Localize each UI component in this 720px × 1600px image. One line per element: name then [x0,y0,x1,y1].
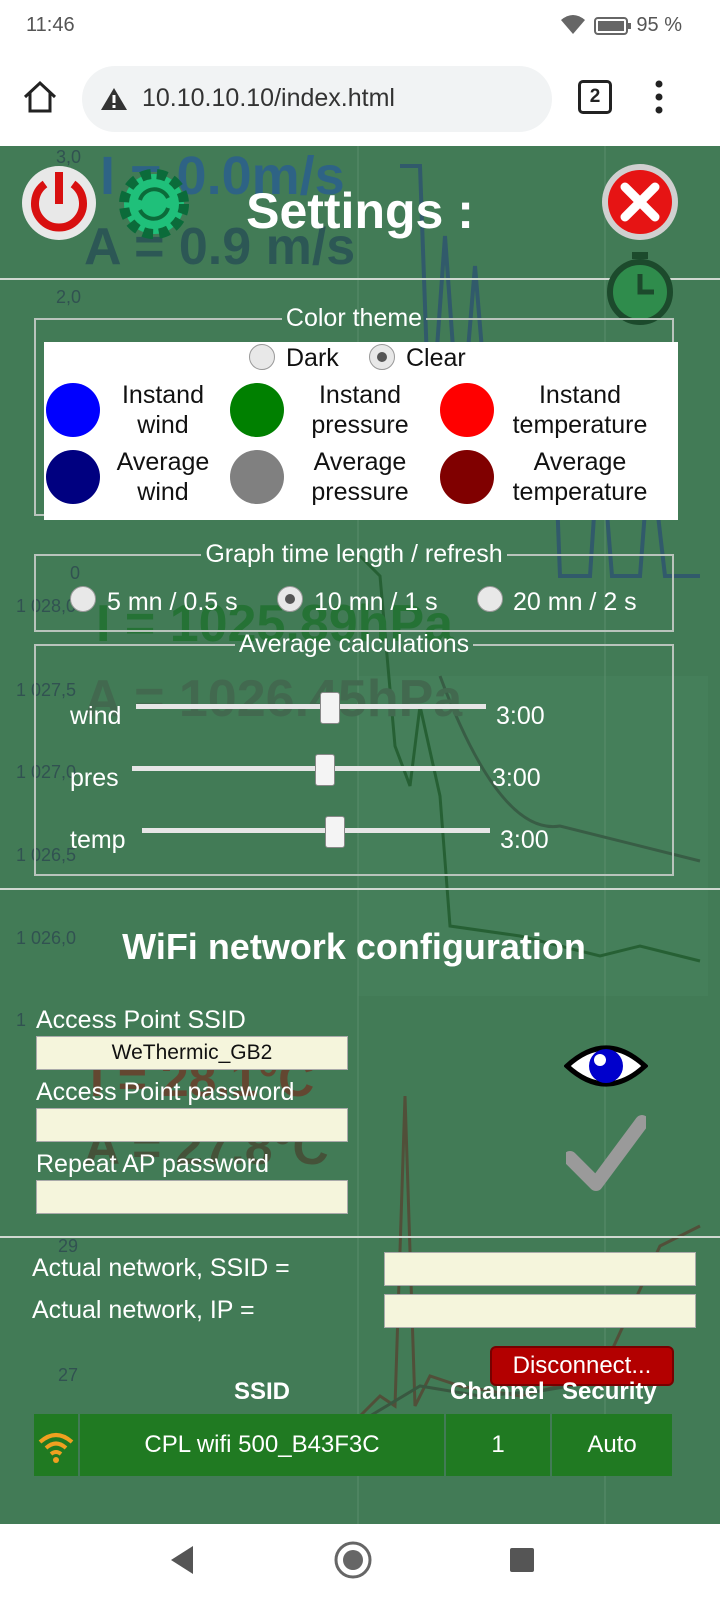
ssid-cell: CPL wifi 500_B43F3C [80,1414,444,1476]
status-time: 11:46 [26,14,75,36]
slider-temp-handle[interactable] [325,816,345,848]
average-calc-group: Average calculations [34,630,674,876]
color-label-instant-wind: Instand wind [121,381,204,439]
table-row[interactable]: CPL wifi 500_B43F3C 1 Auto [34,1414,672,1476]
graph-10mn-label: 10 mn / 1 s [314,588,438,616]
col-header-channel: Channel [450,1378,545,1405]
graph-20mn-label: 20 mn / 2 s [513,588,637,616]
graph-5mn-label: 5 mn / 0.5 s [107,588,238,616]
average-calc-legend: Average calculations [238,630,470,658]
graph-20mn-radio[interactable] [477,586,503,612]
color-dot-average-wind[interactable] [46,450,100,504]
theme-dark-radio[interactable] [249,344,275,370]
theme-dark-label: Dark [286,344,339,372]
color-dot-instant-temperature[interactable] [440,383,494,437]
theme-clear-label: Clear [406,344,466,372]
ap-ssid-input[interactable]: WeThermic_GB2 [36,1036,348,1070]
android-nav-bar [0,1524,720,1600]
menu-icon[interactable] [652,80,666,114]
repeat-password-input[interactable] [36,1180,348,1214]
section-divider-2 [0,1236,720,1238]
browser-toolbar: 10.10.10.10/index.html 2 [0,52,720,144]
tabs-button[interactable]: 2 [578,80,612,114]
ap-ssid-label: Access Point SSID [36,1006,246,1034]
color-label-average-pressure: Average pressure [311,448,409,506]
section-divider [0,888,720,890]
recents-icon[interactable] [508,1546,536,1574]
back-icon[interactable] [168,1544,196,1576]
slider-wind-track[interactable] [136,704,486,709]
slider-temp-track[interactable] [142,828,490,833]
status-bar: 11:46 95 % [0,0,720,52]
color-dot-instant-pressure[interactable] [230,383,284,437]
actual-ip-label: Actual network, IP = [32,1296,255,1324]
color-theme-legend: Color theme [285,304,423,332]
wifi-signal-cell [34,1414,78,1476]
channel-cell: 1 [446,1414,550,1476]
theme-clear-radio[interactable] [369,344,395,370]
color-label-average-temperature: Average temperature [512,448,648,506]
wifi-status-icon [561,15,585,34]
color-label-instant-pressure: Instand pressure [311,381,409,439]
security-cell: Auto [552,1414,672,1476]
color-label-instant-temperature: Instand temperature [512,381,648,439]
color-dot-average-pressure[interactable] [230,450,284,504]
url-text: 10.10.10.10/index.html [142,84,395,112]
home-nav-icon[interactable] [333,1540,373,1580]
close-icon[interactable] [600,162,680,242]
slider-pres-track[interactable] [132,766,480,771]
slider-wind-handle[interactable] [320,692,340,724]
graph-time-legend: Graph time length / refresh [205,540,503,568]
color-dot-instant-wind[interactable] [46,383,100,437]
slider-wind-label: wind [70,702,122,730]
address-bar[interactable]: 10.10.10.10/index.html [82,66,552,132]
col-header-security: Security [562,1378,657,1405]
color-dot-average-temperature[interactable] [440,450,494,504]
battery-icon [594,17,631,35]
slider-temp-value: 3:00 [500,826,549,854]
eye-icon[interactable] [564,1038,648,1094]
slider-pres-value: 3:00 [492,764,541,792]
warning-icon [101,88,127,110]
slider-temp-label: temp [70,826,126,854]
battery-percent: 95 % [636,14,682,36]
wifi-signal-icon [38,1433,74,1463]
graph-10mn-radio[interactable] [277,586,303,612]
slider-pres-handle[interactable] [315,754,335,786]
actual-ssid-field [384,1252,696,1286]
slider-pres-label: pres [70,764,119,792]
color-label-average-wind: Average wind [116,448,210,506]
graph-time-group: Graph time length / refresh [34,540,674,632]
actual-ip-field [384,1294,696,1328]
ap-password-label: Access Point password [36,1078,295,1106]
actual-ssid-label: Actual network, SSID = [32,1254,290,1282]
wifi-section-title: WiFi network configuration [122,926,586,967]
checkmark-icon[interactable] [566,1114,646,1192]
repeat-password-label: Repeat AP password [36,1150,270,1178]
slider-wind-value: 3:00 [496,702,545,730]
home-icon[interactable] [22,80,58,114]
ap-password-input[interactable] [36,1108,348,1142]
graph-5mn-radio[interactable] [70,586,96,612]
col-header-ssid: SSID [234,1378,291,1405]
